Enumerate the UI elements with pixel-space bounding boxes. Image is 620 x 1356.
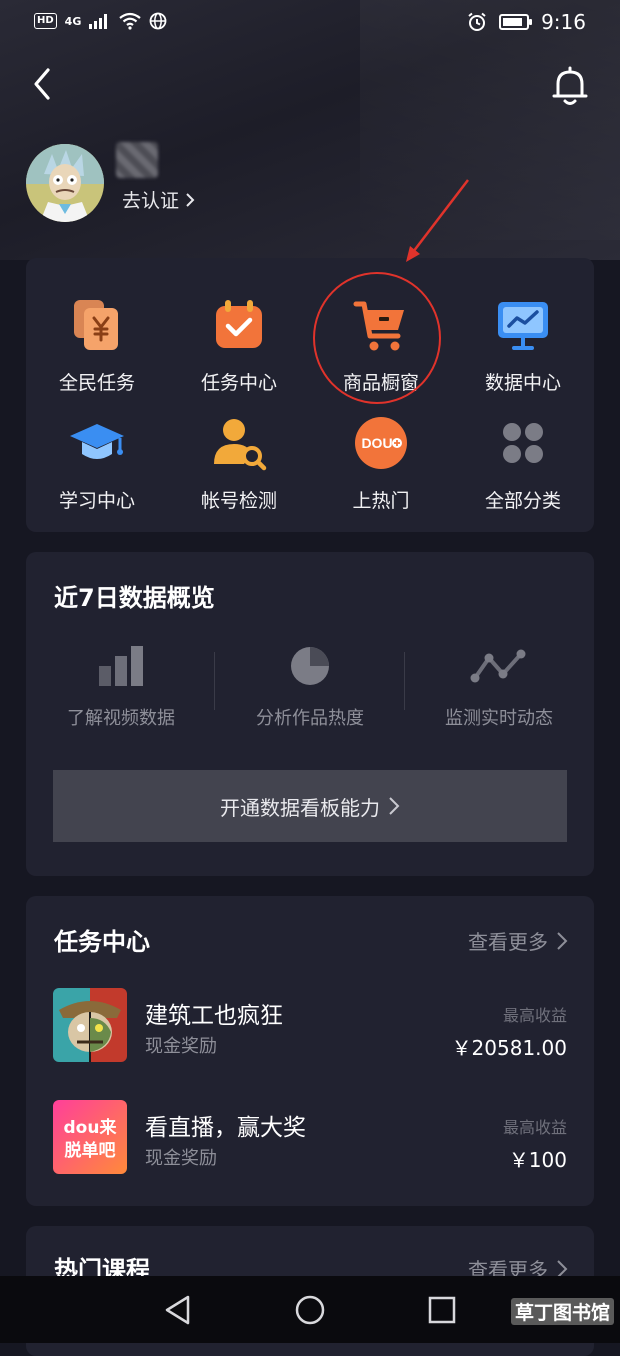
metric-label: 监测实时动态 bbox=[445, 708, 553, 729]
tool-label: 全部分类 bbox=[484, 490, 561, 512]
metric-realtime[interactable]: 监测实时动态 bbox=[404, 644, 594, 730]
bar-chart-icon bbox=[99, 646, 143, 686]
highlight-circle-annotation bbox=[313, 272, 441, 404]
system-nav-bar: 草丁图书馆 bbox=[0, 1276, 620, 1343]
notification-button[interactable] bbox=[548, 64, 592, 108]
user-search-icon bbox=[214, 419, 267, 471]
task-center-card: 任务中心 查看更多 建筑工也疯狂 现金奖励 最高收益 ￥20581.00 dou… bbox=[26, 896, 594, 1206]
tool-label: 数据中心 bbox=[484, 372, 561, 394]
earn-label: 最高收益 bbox=[502, 1006, 567, 1025]
task-name: 看直播，赢大奖 bbox=[145, 1115, 306, 1141]
verify-text: 去认证 bbox=[122, 190, 180, 212]
metric-label: 了解视频数据 bbox=[67, 708, 175, 729]
alarm-icon bbox=[468, 12, 486, 31]
nav-recents-button[interactable] bbox=[424, 1292, 460, 1328]
task-see-more-link[interactable]: 查看更多 bbox=[468, 926, 568, 955]
tool-label: 全民任务 bbox=[58, 372, 135, 394]
tool-task-center[interactable]: 任务中心 bbox=[168, 296, 310, 395]
task-subtitle: 现金奖励 bbox=[145, 1148, 217, 1169]
data-overview-title: 近7日数据概览 bbox=[54, 584, 215, 612]
open-dashboard-label: 开通数据看板能力 bbox=[220, 795, 380, 820]
tool-all-categories[interactable]: 全部分类 bbox=[452, 414, 594, 513]
grid-dots-icon bbox=[503, 423, 543, 463]
clock: 9:16 bbox=[541, 10, 586, 34]
yuan-cards-icon bbox=[74, 300, 118, 350]
wifi-icon bbox=[119, 12, 142, 30]
nav-back-button[interactable] bbox=[160, 1292, 196, 1328]
globe-icon bbox=[149, 12, 167, 30]
chevron-right-icon bbox=[389, 797, 400, 815]
task-subtitle: 现金奖励 bbox=[145, 1036, 217, 1057]
tool-dou-plus[interactable]: DOU 上热门 bbox=[310, 414, 452, 513]
network-type: 4G bbox=[64, 14, 82, 28]
presentation-chart-icon bbox=[498, 302, 548, 350]
tool-label: 学习中心 bbox=[58, 490, 135, 512]
metric-work-heat[interactable]: 分析作品热度 bbox=[215, 644, 405, 730]
verify-link[interactable]: 去认证 bbox=[122, 186, 195, 213]
chevron-right-icon bbox=[557, 931, 568, 950]
tools-card: 全民任务 任务中心 商品橱窗 数据中心 学习中心 帐号检测 DOU 上热门 全部… bbox=[26, 258, 594, 532]
svg-text:DOU: DOU bbox=[361, 435, 392, 451]
tool-learning-center[interactable]: 学习中心 bbox=[26, 414, 168, 513]
status-bar: HD 4G 9:16 bbox=[0, 0, 620, 46]
signal-icon bbox=[89, 14, 108, 29]
circle-home-icon bbox=[295, 1295, 325, 1325]
chevron-left-icon bbox=[34, 68, 50, 100]
svg-text:脱单吧: 脱单吧 bbox=[65, 1140, 116, 1161]
svg-text:dou来: dou来 bbox=[64, 1117, 118, 1138]
chevron-right-icon bbox=[186, 192, 195, 207]
line-trend-icon bbox=[470, 649, 526, 683]
status-right: 9:16 bbox=[467, 10, 586, 34]
tool-label: 任务中心 bbox=[200, 372, 277, 394]
graduation-cap-icon bbox=[70, 424, 124, 459]
tool-account-check[interactable]: 帐号检测 bbox=[168, 414, 310, 513]
watermark: 草丁图书馆 bbox=[510, 1298, 614, 1325]
back-button[interactable] bbox=[26, 64, 66, 104]
metric-video-data[interactable]: 了解视频数据 bbox=[26, 644, 216, 730]
earn-value: ￥20581.00 bbox=[451, 1036, 567, 1060]
tool-data-center[interactable]: 数据中心 bbox=[452, 296, 594, 395]
metric-label: 分析作品热度 bbox=[256, 708, 364, 729]
task-thumbnail: dou来 脱单吧 bbox=[53, 1100, 127, 1174]
battery-icon bbox=[499, 14, 533, 30]
live-promo-image: dou来 脱单吧 bbox=[53, 1100, 127, 1174]
tool-label: 上热门 bbox=[352, 490, 410, 512]
hd-badge: HD bbox=[34, 13, 57, 29]
task-row[interactable]: 建筑工也疯狂 现金奖励 最高收益 ￥20581.00 bbox=[53, 988, 567, 1062]
data-overview-card: 近7日数据概览 了解视频数据 分析作品热度 监测实时动态 开通数据看板能力 bbox=[26, 552, 594, 876]
task-name: 建筑工也疯狂 bbox=[145, 1003, 283, 1029]
see-more-label: 查看更多 bbox=[468, 930, 548, 954]
task-center-title: 任务中心 bbox=[54, 928, 150, 956]
bell-icon bbox=[552, 66, 588, 105]
earn-value: ￥100 bbox=[508, 1148, 567, 1172]
dou-plus-icon: DOU bbox=[355, 417, 407, 469]
zombie-game-image bbox=[53, 988, 127, 1062]
nav-home-button[interactable] bbox=[292, 1292, 328, 1328]
calendar-check-icon bbox=[216, 300, 262, 348]
triangle-back-icon bbox=[165, 1295, 190, 1325]
open-dashboard-button[interactable]: 开通数据看板能力 bbox=[53, 770, 567, 842]
pie-chart-icon bbox=[291, 647, 329, 685]
task-thumbnail bbox=[53, 988, 127, 1062]
tool-quanmin-task[interactable]: 全民任务 bbox=[26, 296, 168, 395]
battery-level bbox=[503, 18, 523, 26]
status-left: HD 4G bbox=[34, 12, 167, 30]
task-row[interactable]: dou来 脱单吧 看直播，赢大奖 现金奖励 最高收益 ￥100 bbox=[53, 1100, 567, 1174]
tool-label: 帐号检测 bbox=[200, 490, 277, 512]
earn-label: 最高收益 bbox=[502, 1118, 567, 1137]
avatar-image bbox=[26, 144, 104, 222]
username-blurred bbox=[116, 142, 158, 178]
avatar[interactable] bbox=[26, 144, 104, 222]
square-recents-icon bbox=[428, 1296, 456, 1324]
